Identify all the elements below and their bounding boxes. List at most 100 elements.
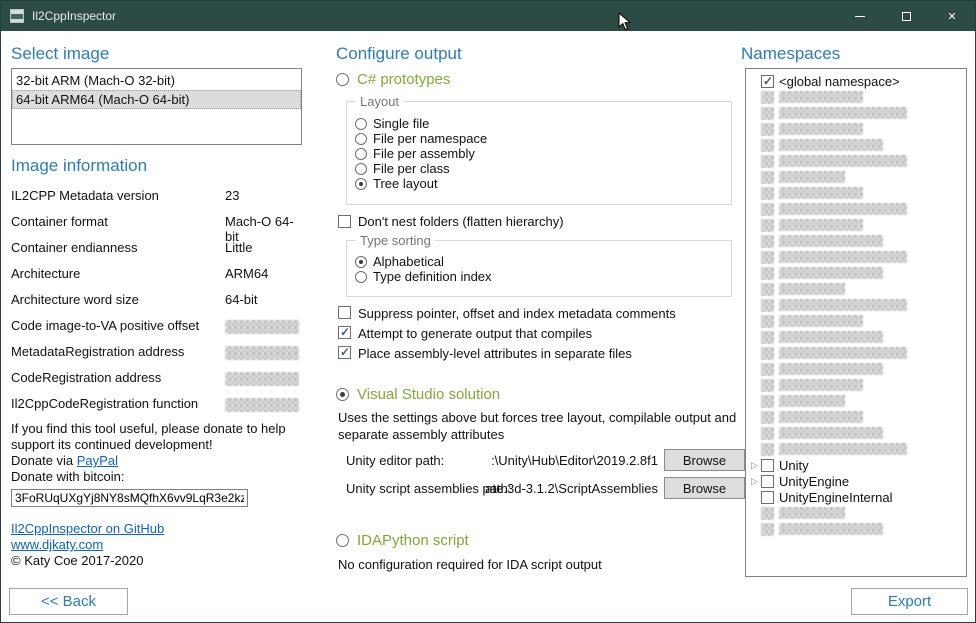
namespace-item[interactable] [748,409,966,425]
namespace-checkbox[interactable] [761,379,774,392]
namespace-item[interactable]: UnityEngine [748,473,966,489]
namespace-item[interactable] [748,233,966,249]
layout-option-radio[interactable]: Single file [355,116,731,131]
radio-icon[interactable] [355,133,367,145]
namespace-item[interactable] [748,169,966,185]
radio-icon[interactable] [336,73,349,86]
namespace-item[interactable] [748,345,966,361]
namespace-item[interactable] [748,281,966,297]
radio-icon[interactable] [336,534,349,547]
expander-icon[interactable] [748,460,761,471]
namespace-item[interactable] [748,137,966,153]
website-link[interactable]: www.djkaty.com [11,537,103,552]
namespace-item[interactable] [748,297,966,313]
minimize-button[interactable] [837,1,883,31]
radio-icon[interactable] [355,256,367,268]
namespace-checkbox[interactable] [761,347,774,360]
github-link[interactable]: Il2CppInspector on GitHub [11,521,164,536]
namespace-checkbox[interactable] [761,443,774,456]
namespace-checkbox[interactable] [761,523,774,536]
namespace-checkbox[interactable] [761,171,774,184]
namespace-checkbox[interactable] [761,203,774,216]
output-option-checkbox[interactable]: Suppress pointer, offset and index metad… [338,306,738,326]
namespace-checkbox[interactable] [761,91,774,104]
namespace-checkbox[interactable] [761,331,774,344]
namespace-item[interactable] [748,441,966,457]
namespace-checkbox[interactable] [761,507,774,520]
radio-icon[interactable] [355,271,367,283]
namespace-checkbox[interactable] [761,395,774,408]
title-bar[interactable]: Il2CppInspector [1,1,975,31]
namespace-checkbox[interactable] [761,75,774,88]
type-sorting-option-radio[interactable]: Type definition index [355,269,731,284]
unity-script-browse-button[interactable]: Browse [664,477,745,499]
output-option-checkbox[interactable]: Place assembly-level attributes in separ… [338,346,738,366]
idapython-script-radio[interactable]: IDAPython script [336,532,469,549]
bitcoin-address-input[interactable] [11,489,248,507]
layout-option-radio[interactable]: File per assembly [355,146,731,161]
paypal-link[interactable]: PayPal [77,453,118,468]
namespace-checkbox[interactable] [761,251,774,264]
namespace-checkbox[interactable] [761,123,774,136]
namespace-item[interactable] [748,89,966,105]
checkbox-icon[interactable] [338,346,351,359]
image-list-item[interactable]: 64-bit ARM64 (Mach-O 64-bit) [12,90,301,109]
namespace-item[interactable] [748,425,966,441]
namespace-checkbox[interactable] [761,267,774,280]
namespace-item[interactable]: Unity [748,457,966,473]
namespace-checkbox[interactable] [761,475,774,488]
checkbox-icon[interactable] [338,215,351,228]
namespace-checkbox[interactable] [761,219,774,232]
namespace-item[interactable] [748,265,966,281]
radio-icon[interactable] [355,163,367,175]
flatten-hierarchy-checkbox[interactable]: Don't nest folders (flatten hierarchy) [338,214,564,229]
radio-icon[interactable] [355,118,367,130]
namespace-item[interactable] [748,361,966,377]
namespace-item[interactable] [748,185,966,201]
expander-icon[interactable] [748,476,761,487]
namespace-item[interactable] [748,377,966,393]
export-button[interactable]: Export [851,588,968,615]
namespace-checkbox[interactable] [761,411,774,424]
unity-editor-browse-button[interactable]: Browse [664,449,745,471]
namespace-item[interactable] [748,505,966,521]
checkbox-icon[interactable] [338,306,351,319]
namespace-checkbox[interactable] [761,315,774,328]
namespace-item[interactable] [748,201,966,217]
layout-option-radio[interactable]: File per class [355,161,731,176]
radio-icon[interactable] [355,148,367,160]
namespace-item[interactable]: UnityEngineInternal [748,489,966,505]
back-button[interactable]: << Back [9,588,128,615]
namespace-checkbox[interactable] [761,283,774,296]
namespace-item[interactable] [748,313,966,329]
maximize-button[interactable] [883,1,929,31]
namespace-item[interactable] [748,121,966,137]
namespace-checkbox[interactable] [761,235,774,248]
radio-icon[interactable] [355,178,367,190]
namespace-item[interactable] [748,153,966,169]
namespace-checkbox[interactable] [761,363,774,376]
close-button[interactable] [929,1,975,31]
type-sorting-option-radio[interactable]: Alphabetical [355,254,731,269]
namespace-checkbox[interactable] [761,299,774,312]
namespace-item[interactable]: <global namespace> [748,73,966,89]
visual-studio-solution-radio[interactable]: Visual Studio solution [336,386,500,403]
namespace-checkbox[interactable] [761,139,774,152]
namespace-item[interactable] [748,393,966,409]
image-list-item[interactable]: 32-bit ARM (Mach-O 32-bit) [12,71,301,90]
namespaces-list[interactable]: <global namespace> [745,68,967,577]
layout-option-radio[interactable]: Tree layout [355,176,731,191]
layout-option-radio[interactable]: File per namespace [355,131,731,146]
checkbox-icon[interactable] [338,326,351,339]
image-listbox[interactable]: 32-bit ARM (Mach-O 32-bit) 64-bit ARM64 … [11,68,302,145]
output-option-checkbox[interactable]: Attempt to generate output that compiles [338,326,738,346]
namespace-checkbox[interactable] [761,107,774,120]
radio-icon[interactable] [336,388,349,401]
csharp-prototypes-radio[interactable]: C# prototypes [336,71,450,88]
namespace-item[interactable] [748,249,966,265]
namespace-checkbox[interactable] [761,491,774,504]
namespace-item[interactable] [748,329,966,345]
namespace-checkbox[interactable] [761,155,774,168]
namespace-item[interactable] [748,521,966,537]
namespace-item[interactable] [748,217,966,233]
